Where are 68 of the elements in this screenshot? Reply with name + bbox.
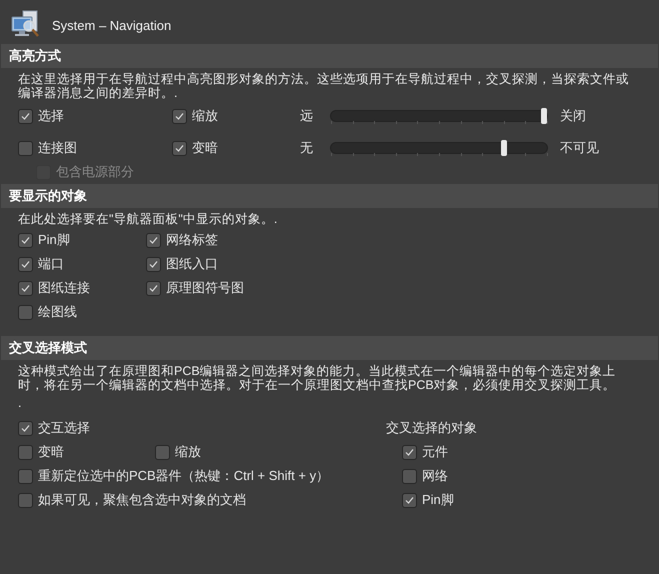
check-icon (20, 422, 31, 434)
checkbox-label: 选择 (38, 107, 64, 125)
check-icon (404, 494, 415, 506)
checkbox[interactable] (402, 492, 417, 508)
section-header: 交叉选择模式 (1, 336, 658, 360)
checkbox-label: 缩放 (175, 443, 201, 461)
section-header: 高亮方式 (1, 44, 658, 68)
checkbox[interactable] (18, 108, 33, 124)
checkbox[interactable] (18, 468, 33, 484)
checkbox-label: 如果可见，聚焦包含选中对象的文档 (38, 491, 246, 509)
checkbox[interactable] (18, 304, 33, 320)
check-icon (20, 282, 31, 294)
checkbox-label: 变暗 (192, 139, 218, 157)
checkbox-label: Pin脚 (38, 231, 70, 249)
check-icon (174, 142, 185, 154)
section-description: 在这里选择用于在导航过程中高亮图形对象的方法。这些选项用于在导航过程中，交叉探测，当探索文件或编译器消息之间的差异时。. (17, 71, 630, 100)
checkbox-label: 连接图 (38, 139, 77, 157)
checkbox-label: 变暗 (38, 443, 64, 461)
checkbox[interactable] (146, 256, 161, 272)
check-icon (148, 234, 159, 246)
checkbox[interactable] (18, 232, 33, 248)
slider-track[interactable] (330, 142, 548, 154)
checkbox[interactable] (18, 420, 33, 436)
checkbox[interactable] (172, 108, 187, 124)
slider-label: 无 (300, 139, 314, 157)
section-description: 在此处选择要在"导航器面板"中显示的对象。. (17, 211, 278, 226)
slider-thumb[interactable] (500, 140, 507, 156)
checkbox[interactable] (18, 280, 33, 296)
slider-thumb[interactable] (541, 108, 547, 124)
section-description: . (17, 395, 22, 410)
checkbox[interactable] (146, 280, 161, 296)
check-icon (148, 282, 159, 294)
checkbox-label: 绘图线 (38, 303, 77, 321)
checkbox-label: 包含电源部分 (56, 163, 134, 181)
checkbox-label: 网络 (422, 467, 448, 485)
checkbox-label: 端口 (38, 255, 64, 273)
check-icon (20, 258, 31, 270)
checkbox[interactable] (402, 444, 417, 460)
checkbox[interactable] (146, 232, 161, 248)
check-icon (404, 446, 415, 458)
section-header: 要显示的对象 (1, 184, 658, 208)
slider-value: 关闭 (560, 107, 587, 125)
checkbox-label: 缩放 (192, 107, 218, 125)
checkbox-label: 图纸连接 (38, 279, 90, 297)
check-icon (20, 110, 31, 122)
checkbox-label: 交互选择 (38, 419, 90, 437)
checkbox[interactable] (18, 444, 33, 460)
checkbox-label: 原理图符号图 (166, 279, 244, 297)
checkbox[interactable] (172, 140, 187, 156)
checkbox-label: 图纸入口 (166, 255, 218, 273)
slider-value: 不可见 (560, 139, 600, 157)
check-icon (20, 234, 31, 246)
checkbox-label: 网络标签 (166, 231, 218, 249)
checkbox-label: 重新定位选中的PCB器件（热键：Ctrl + Shift + y） (38, 467, 330, 485)
checkbox-label: Pin脚 (422, 491, 454, 509)
checkbox-label: 元件 (422, 443, 448, 461)
window-title: System – Navigation (52, 18, 172, 32)
slider-track[interactable] (330, 110, 548, 122)
slider-label: 远 (300, 107, 314, 125)
checkbox[interactable] (18, 140, 33, 156)
check-icon (148, 258, 159, 270)
checkbox[interactable] (402, 468, 417, 484)
checkbox[interactable] (18, 256, 33, 272)
group-title: 交叉选择的对象 (386, 419, 478, 437)
section-description: 这种模式给出了在原理图和PCB编辑器之间选择对象的能力。当此模式在一个编辑器中的每个选定对象上时，将在另一个编辑器的文档中选择。对于在一个原理图文档中查找PCB对象，必须使用交叉探测工具。 (17, 363, 617, 392)
checkbox[interactable] (155, 444, 170, 460)
checkbox[interactable] (18, 492, 33, 508)
check-icon (174, 110, 185, 122)
